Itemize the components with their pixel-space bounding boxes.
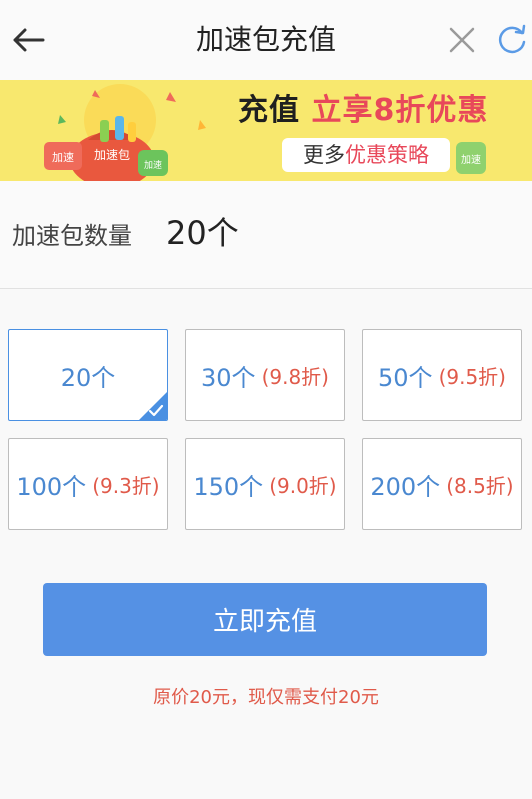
quantity-row: 加速包数量 20个 (0, 181, 532, 289)
close-button[interactable] (440, 18, 484, 62)
badge-corner: 加速 (461, 154, 481, 166)
option-20[interactable]: 20个 (8, 329, 168, 421)
quantity-label: 加速包数量 (12, 222, 132, 250)
quantity-value: 20个 (166, 214, 239, 252)
option-150[interactable]: 150个 (9.0折) (185, 438, 345, 530)
bag-label: 加速包 (94, 148, 130, 162)
more-offers-prefix: 更多 (303, 143, 345, 167)
price-note: 原价20元，现仅需支付20元 (153, 687, 379, 708)
option-count: 100个 (16, 472, 87, 501)
option-discount: (9.3折) (92, 473, 160, 498)
refresh-button[interactable] (490, 18, 532, 62)
badge-left: 加速 (52, 151, 74, 164)
option-count: 20个 (60, 363, 116, 392)
checkmark-icon (139, 392, 167, 420)
refresh-icon (498, 24, 526, 54)
option-30[interactable]: 30个 (9.8折) (185, 329, 345, 421)
header-bar: 加速包充值 (0, 0, 532, 80)
recharge-button[interactable]: 立即充值 (43, 583, 487, 656)
promo-banner[interactable]: 加速包 加速 加速 加速 充值 立享8折优惠 更多优惠策略 (0, 80, 532, 181)
banner-headline: 充值 立享8折优惠 (238, 92, 488, 130)
option-count: 50个 (378, 363, 433, 392)
badge-right: 加速 (144, 160, 162, 171)
option-discount: (9.8折) (261, 364, 329, 389)
headline-offer: 立享8折优惠 (311, 93, 489, 128)
headline-prefix: 充值 (238, 93, 300, 128)
option-discount: (9.0折) (269, 473, 337, 498)
option-count: 150个 (193, 472, 264, 501)
more-offers-text: 优惠策略 (345, 143, 429, 167)
option-100[interactable]: 100个 (9.3折) (8, 438, 168, 530)
option-count: 30个 (201, 363, 256, 392)
option-200[interactable]: 200个 (8.5折) (362, 438, 522, 530)
option-50[interactable]: 50个 (9.5折) (362, 329, 522, 421)
more-offers-link[interactable]: 更多优惠策略 (282, 138, 450, 172)
option-discount: (8.5折) (446, 473, 514, 498)
option-count: 200个 (370, 472, 441, 501)
option-discount: (9.5折) (438, 364, 506, 389)
close-icon (449, 27, 475, 53)
